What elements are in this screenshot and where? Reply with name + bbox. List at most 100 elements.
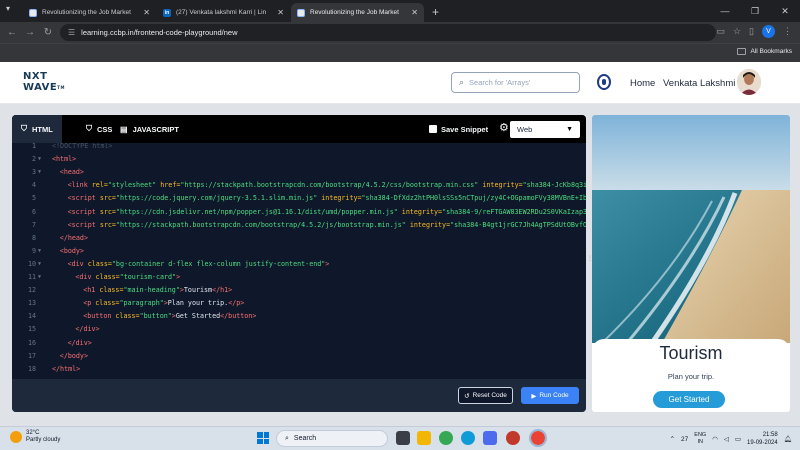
save-snippet-button[interactable]: Save Snippet [429,115,488,143]
side-panel-icon[interactable]: ▯ [749,26,754,37]
line-number: 13 [27,299,36,308]
code-line[interactable]: 4 <link rel="stylesheet" href="https://st… [12,179,586,192]
forward-icon[interactable]: → [21,27,39,38]
url-omnibox[interactable]: ☰ learning.ccbp.in/frontend-code-playgro… [60,24,716,41]
browser-tab-1[interactable]: Revolutionizing the Job Market ✕ [23,3,156,22]
reset-code-label: Reset Code [472,392,507,399]
tab-search-icon[interactable]: ▾ [6,4,10,13]
tray-number[interactable]: 27 [681,436,688,443]
file-explorer-icon[interactable] [417,431,431,445]
code-line[interactable]: 15 </div> [12,323,586,336]
window-controls: — ❐ ✕ [710,0,800,22]
weather-widget[interactable]: 32°C Partly cloudy [10,430,60,444]
chrome-active-icon[interactable] [529,429,547,447]
home-link[interactable]: Home [630,78,655,89]
tab-label: HTML [32,124,53,134]
browser-tab-2[interactable]: in (27) Venkata lakshmi Karri | Lin ✕ [157,3,290,22]
tab-javascript[interactable]: ▤ JAVASCRIPT [120,115,179,143]
code-text: </html> [52,364,81,373]
code-text: <button class="button">Get Started</butt… [83,312,257,321]
code-text: <script src="https://stackpath.bootstrap… [67,220,586,229]
battery-icon[interactable]: ▭ [735,435,741,443]
user-name[interactable]: Venkata Lakshmi [663,78,735,89]
profile-avatar[interactable]: V [762,25,775,38]
temperature: 32°C [26,430,40,436]
close-window-icon[interactable]: ✕ [770,0,800,22]
doc-icon [297,8,305,17]
reset-code-button[interactable]: ↺ Reset Code [458,387,513,404]
clock[interactable]: 21:58 19-09-2024 [747,431,778,447]
line-number: 9 [31,246,36,255]
teams-icon[interactable] [483,431,497,445]
reload-icon[interactable]: ↻ [39,27,57,38]
code-line[interactable]: 10 ▼ <div class="bg-container d-flex flex-… [12,258,586,271]
code-line[interactable]: 14 <button class="button">Get Started</bu… [12,310,586,323]
edge-icon[interactable] [461,431,475,445]
all-bookmarks-label: All Bookmarks [750,48,792,55]
code-line[interactable]: 7 <script src="https://stackpath.bootstra… [12,219,586,232]
maximize-icon[interactable]: ❐ [740,0,770,22]
chevron-up-icon[interactable]: ⌃ [670,435,675,443]
get-started-button[interactable]: Get Started [653,391,725,408]
speaker-icon[interactable]: ◁ [724,435,729,443]
minimize-icon[interactable]: — [710,0,740,22]
code-text: <link rel="stylesheet" href="https://sta… [67,181,586,190]
notification-bell-icon[interactable]: 🔔︎ [784,435,792,443]
windows-start-icon[interactable] [257,432,269,444]
code-line[interactable]: 9 ▼ <body> [12,245,586,258]
code-text: <html> [52,155,77,164]
nxtwave-logo[interactable]: NXT WAVETM [23,71,67,95]
line-number: 18 [27,364,36,373]
new-tab-button[interactable]: + [432,5,439,19]
task-view-icon[interactable] [396,431,410,445]
gear-icon[interactable]: ⚙ [499,121,509,134]
code-line[interactable]: 18 </html> [12,363,586,376]
tab-css[interactable]: ⛉ CSS [86,115,112,143]
close-tab-icon[interactable]: ✕ [143,8,150,17]
media-app-icon[interactable] [506,431,520,445]
code-line[interactable]: 11 ▼ <div class="tourism-card"> [12,271,586,284]
all-bookmarks-button[interactable]: All Bookmarks [737,48,792,55]
run-code-button[interactable]: ▶ Run Code [521,387,579,404]
fold-chevron-icon[interactable]: ▼ [38,153,41,166]
tourism-heading: Tourism [659,343,723,363]
tab-html[interactable]: ⛉ HTML [12,115,62,143]
kebab-menu-icon[interactable]: ⋮ [783,26,792,37]
address-bar: ← → ↻ ☰ learning.ccbp.in/frontend-code-p… [0,22,800,43]
chrome-icon[interactable] [439,431,453,445]
fold-chevron-icon[interactable]: ▼ [38,166,41,179]
fold-chevron-icon[interactable]: ▼ [38,258,41,271]
taskbar-search-label: Search [293,435,317,442]
code-line[interactable]: 5 <script src="https://code.jquery.com/jq… [12,192,586,205]
code-area[interactable]: 1 <!DOCTYPE html> 2 ▼ <html> 3 ▼ <head> 4 <link r… [12,143,586,379]
user-avatar[interactable] [737,69,761,95]
site-info-icon[interactable]: ☰ [68,28,75,37]
close-tab-icon[interactable]: ✕ [277,8,284,17]
browser-tab-3[interactable]: Revolutionizing the Job Market ✕ [291,3,424,22]
folder-icon [737,48,747,55]
taskbar-search[interactable]: ⌕ Search [276,430,388,447]
code-line[interactable]: 3 ▼ <head> [12,166,586,179]
fold-chevron-icon[interactable]: ▼ [38,245,41,258]
language-indicator[interactable]: ENG IN [694,432,706,446]
code-line[interactable]: 1 <!DOCTYPE html> [12,143,586,153]
cast-icon[interactable]: ▭ [716,26,725,37]
search-input[interactable] [469,78,570,87]
fold-chevron-icon[interactable]: ▼ [38,271,41,284]
close-tab-icon[interactable]: ✕ [411,8,418,17]
bookmark-star-icon[interactable]: ☆ [733,26,741,37]
code-line[interactable]: 8 </head> [12,232,586,245]
mode-select[interactable]: Web ▼ [510,121,580,138]
code-line[interactable]: 12 <h1 class="main-heading">Tourism</h1> [12,284,586,297]
code-line[interactable]: 17 </body> [12,350,586,363]
code-line[interactable]: 16 </div> [12,337,586,350]
wifi-icon[interactable]: ◠ [712,435,718,443]
back-icon[interactable]: ← [3,27,21,38]
code-line[interactable]: 6 <script src="https://cdn.jsdelivr.net/n… [12,206,586,219]
streak-icon[interactable] [597,74,611,90]
code-line[interactable]: 13 <p class="paragraph">Plan your trip.</… [12,297,586,310]
search-box[interactable]: ⌕ [451,72,580,93]
line-number: 10 [27,259,36,268]
code-line[interactable]: 2 ▼ <html> [12,153,586,166]
code-text: <!DOCTYPE html> [52,143,113,150]
